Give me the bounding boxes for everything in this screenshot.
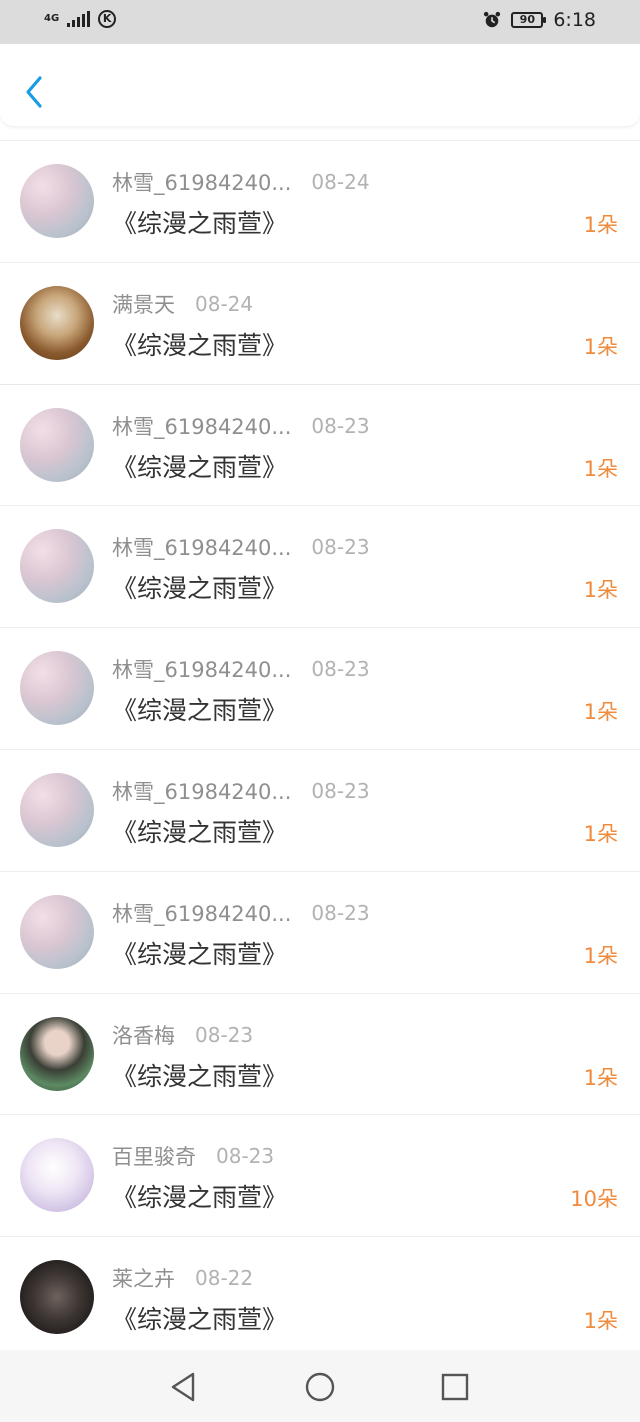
list-item[interactable]: 莱之卉 08-22 《综漫之雨萱》 1朵 <box>0 1236 640 1358</box>
flower-count: 10朵 <box>570 1187 618 1212</box>
avatar[interactable] <box>20 1260 94 1335</box>
user-name[interactable]: 满景天 <box>112 289 175 319</box>
system-navigation-bar <box>0 1350 640 1422</box>
flower-count: 1朵 <box>583 213 618 237</box>
list-item[interactable]: 林雪_61984240... 08-24 《综漫之雨萱》 1朵 <box>0 140 640 262</box>
item-meta: 莱之卉 08-22 <box>112 1264 253 1292</box>
nav-home-icon[interactable] <box>303 1370 337 1404</box>
item-meta: 林雪_61984240... 08-23 <box>112 777 370 805</box>
avatar[interactable] <box>20 407 94 482</box>
item-date: 08-23 <box>311 778 370 803</box>
item-date: 08-23 <box>311 657 370 682</box>
flower-count: 1朵 <box>583 821 618 846</box>
flower-count: 1朵 <box>583 1309 618 1334</box>
avatar[interactable] <box>20 1138 94 1213</box>
list-item[interactable]: 林雪_61984240... 08-23 《综漫之雨萱》 1朵 <box>0 383 640 506</box>
list-item[interactable]: 满景天 08-24 《综漫之雨萱》 1朵 <box>0 261 640 384</box>
flower-count: 1朵 <box>583 700 618 725</box>
item-meta: 百里骏奇 08-23 <box>112 1142 274 1170</box>
avatar[interactable] <box>20 529 94 604</box>
item-date: 08-24 <box>311 170 370 194</box>
user-name[interactable]: 林雪_61984240... <box>112 654 291 684</box>
item-date: 08-22 <box>195 1266 254 1291</box>
header <box>0 44 640 126</box>
item-meta: 林雪_61984240... 08-24 <box>112 168 370 196</box>
flower-count: 1朵 <box>583 456 618 481</box>
book-title[interactable]: 《综漫之雨萱》 <box>112 326 287 362</box>
gift-record-list: 林雪_61984240... 08-24 《综漫之雨萱》 1朵 满景天 08-2… <box>0 140 640 1358</box>
book-title[interactable]: 《综漫之雨萱》 <box>112 1178 287 1214</box>
item-date: 08-23 <box>311 535 370 560</box>
book-title[interactable]: 《综漫之雨萱》 <box>112 691 287 727</box>
user-name[interactable]: 莱之卉 <box>112 1263 175 1293</box>
user-name[interactable]: 林雪_61984240... <box>112 167 291 197</box>
list-item[interactable]: 林雪_61984240... 08-23 《综漫之雨萱》 1朵 <box>0 627 640 749</box>
avatar[interactable] <box>20 772 94 847</box>
item-meta: 林雪_61984240... 08-23 <box>112 655 370 683</box>
item-date: 08-24 <box>195 291 254 316</box>
status-left: 4G K <box>44 10 117 28</box>
avatar[interactable] <box>20 285 94 360</box>
avatar[interactable] <box>20 651 94 726</box>
list-item[interactable]: 百里骏奇 08-23 《综漫之雨萱》 10朵 <box>0 1114 640 1236</box>
item-meta: 林雪_61984240... 08-23 <box>112 533 370 561</box>
status-time: 6:18 <box>553 9 596 31</box>
carrier-icon: K <box>98 10 117 28</box>
item-date: 08-23 <box>311 413 370 438</box>
flower-count: 1朵 <box>583 334 618 359</box>
item-meta: 满景天 08-24 <box>112 290 253 318</box>
user-name[interactable]: 洛香梅 <box>112 1020 175 1050</box>
nav-back-icon[interactable] <box>166 1370 200 1404</box>
user-name[interactable]: 林雪_61984240... <box>112 411 291 441</box>
book-title[interactable]: 《综漫之雨萱》 <box>112 935 287 971</box>
item-date: 08-23 <box>216 1144 275 1169</box>
book-title[interactable]: 《综漫之雨萱》 <box>112 448 287 484</box>
item-date: 08-23 <box>195 1022 254 1047</box>
flower-count: 1朵 <box>583 578 618 603</box>
list-item[interactable]: 林雪_61984240... 08-23 《综漫之雨萱》 1朵 <box>0 505 640 627</box>
user-name[interactable]: 林雪_61984240... <box>112 532 291 562</box>
status-bar: 4G K 90 6:18 <box>0 0 640 44</box>
book-title[interactable]: 《综漫之雨萱》 <box>112 204 287 240</box>
user-name[interactable]: 林雪_61984240... <box>112 776 291 806</box>
chevron-left-icon[interactable] <box>20 72 50 112</box>
item-date: 08-23 <box>311 900 370 925</box>
user-name[interactable]: 林雪_61984240... <box>112 898 291 928</box>
battery-icon: 90 <box>511 12 547 28</box>
list-item[interactable]: 林雪_61984240... 08-23 《综漫之雨萱》 1朵 <box>0 870 640 993</box>
alarm-icon <box>484 11 501 28</box>
list-item[interactable]: 林雪_61984240... 08-23 《综漫之雨萱》 1朵 <box>0 748 640 871</box>
avatar[interactable] <box>20 164 94 238</box>
item-meta: 林雪_61984240... 08-23 <box>112 412 370 440</box>
book-title[interactable]: 《综漫之雨萱》 <box>112 813 287 849</box>
flower-count: 1朵 <box>583 943 618 968</box>
item-meta: 洛香梅 08-23 <box>112 1021 253 1049</box>
user-name[interactable]: 百里骏奇 <box>112 1141 196 1171</box>
book-title[interactable]: 《综漫之雨萱》 <box>112 569 287 605</box>
list-item[interactable]: 洛香梅 08-23 《综漫之雨萱》 1朵 <box>0 992 640 1115</box>
status-right: 90 6:18 <box>483 9 596 31</box>
avatar[interactable] <box>20 894 94 969</box>
flower-count: 1朵 <box>583 1065 618 1090</box>
signal-icon <box>67 11 91 27</box>
book-title[interactable]: 《综漫之雨萱》 <box>112 1057 287 1093</box>
nav-recents-icon[interactable] <box>438 1370 472 1404</box>
network-type: 4G <box>44 13 60 24</box>
book-title[interactable]: 《综漫之雨萱》 <box>112 1300 287 1336</box>
avatar[interactable] <box>20 1016 94 1091</box>
item-meta: 林雪_61984240... 08-23 <box>112 899 370 927</box>
